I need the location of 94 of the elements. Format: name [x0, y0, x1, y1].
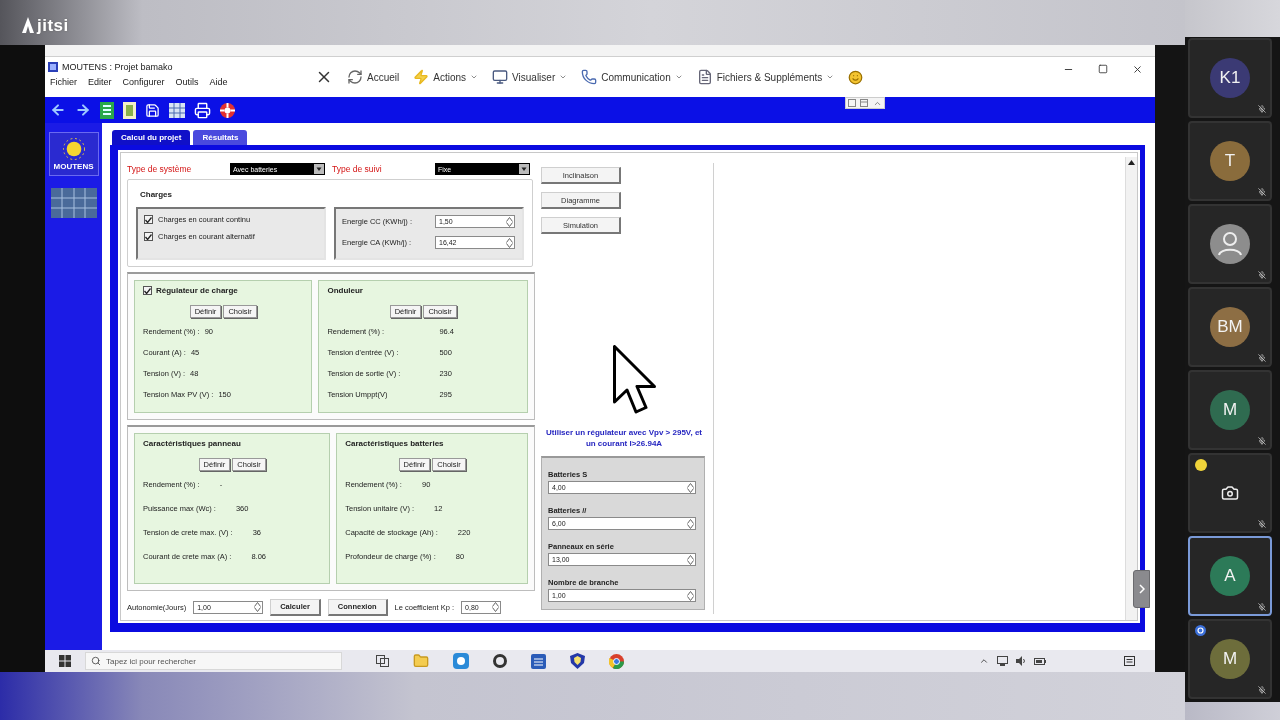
avatar: A	[1210, 556, 1250, 596]
menu-item[interactable]: Fichier	[50, 77, 77, 87]
dropdown-arrow-icon[interactable]	[314, 164, 324, 174]
avatar: T	[1210, 141, 1250, 181]
advice-text: Utiliser un régulateur avec Vpv > 295V, et un courant I>26.94A	[545, 427, 703, 449]
ring-icon[interactable]	[493, 654, 507, 668]
ribbon-menu[interactable]: Communication	[581, 69, 683, 85]
menu-item[interactable]: Editer	[88, 77, 112, 87]
ribbon-menu[interactable]: Fichiers & Suppléments	[696, 69, 835, 85]
group-title: Charges	[139, 190, 172, 199]
scroll-up-arrow-icon[interactable]	[1128, 160, 1135, 165]
document-icon	[696, 69, 713, 85]
text-document-icon[interactable]	[531, 653, 546, 669]
search-icon	[91, 656, 101, 666]
spreadsheet-icon[interactable]	[100, 101, 114, 119]
participant-tile[interactable]: A	[1188, 536, 1272, 616]
participant-tile[interactable]: M	[1188, 619, 1272, 699]
ribbon-menu[interactable]: Actions	[413, 69, 479, 85]
monitor-icon	[492, 69, 509, 85]
search-field[interactable]: Tapez ici pour rechercher	[85, 652, 342, 670]
field-label: Type de système	[127, 164, 193, 174]
participant-tile[interactable]	[1188, 453, 1272, 533]
menu-item[interactable]: Aide	[209, 77, 228, 87]
spinner-arrows-icon[interactable]	[506, 216, 513, 227]
monitor-icon[interactable]	[997, 656, 1008, 666]
spinner-arrows-icon[interactable]	[506, 237, 513, 248]
checkbox[interactable]	[144, 215, 153, 224]
avatar: BM	[1210, 307, 1250, 347]
participant-tile[interactable]: T	[1188, 121, 1272, 201]
avatar: M	[1210, 390, 1250, 430]
panel-title: Régulateur de charge	[156, 286, 238, 295]
sun-icon	[62, 137, 85, 160]
task-view-icon[interactable]	[376, 655, 389, 667]
participant-tile[interactable]: K1	[1188, 38, 1272, 118]
panel-title: Caractéristiques panneau	[143, 439, 241, 448]
app-logo: jitsi	[37, 17, 69, 35]
scrollbar[interactable]	[1125, 157, 1137, 620]
maximize-icon[interactable]	[1098, 64, 1108, 74]
spinner-arrows-icon[interactable]	[687, 590, 694, 601]
logo-caption: MOUTENS	[53, 161, 94, 171]
tab[interactable]: Calcul du projet	[112, 130, 191, 145]
battery-icon[interactable]	[1034, 657, 1046, 665]
forward-arrow-icon[interactable]	[75, 102, 91, 118]
square-icon[interactable]	[848, 99, 857, 107]
spinner-arrows-icon[interactable]	[687, 518, 694, 529]
tab[interactable]: Résultats	[193, 130, 248, 145]
menu-item[interactable]: Configurer	[122, 77, 165, 87]
lifebuoy-icon[interactable]	[220, 102, 235, 118]
ribbon-menu[interactable]: Visualiser	[492, 69, 568, 85]
chevron-icon	[1138, 584, 1145, 594]
chevron-up-icon[interactable]	[979, 656, 989, 666]
ribbon-menu[interactable]: Accueil	[347, 69, 400, 85]
dropdown-arrow-icon[interactable]	[519, 164, 529, 174]
close-icon[interactable]	[1132, 64, 1143, 75]
shield-icon[interactable]	[570, 653, 585, 669]
save-icon[interactable]	[145, 102, 160, 118]
colored-ring-icon[interactable]	[609, 653, 624, 669]
menu-item[interactable]: Outils	[175, 77, 199, 87]
camera-icon	[1221, 484, 1239, 502]
circular-arrow-icon	[347, 69, 363, 85]
app-tile-icon[interactable]	[453, 653, 469, 669]
logo-mark-icon	[22, 17, 34, 33]
participant-tile[interactable]	[1188, 204, 1272, 284]
field-label: Type de suivi	[332, 164, 383, 174]
checkmark-icon	[145, 233, 152, 240]
window-icon[interactable]	[860, 99, 869, 107]
avatar: M	[1210, 639, 1250, 679]
avatar: K1	[1210, 58, 1250, 98]
phone-icon	[581, 69, 598, 85]
window-title: MOUTENS : Projet bamako	[62, 62, 173, 72]
checkbox[interactable]	[144, 232, 153, 241]
participant-tile[interactable]: M	[1188, 370, 1272, 450]
mouse-cursor-icon	[613, 345, 657, 415]
lightning-icon	[413, 69, 430, 85]
windows-logo-icon[interactable]	[59, 655, 71, 667]
solar-panel-icon	[50, 188, 97, 218]
message-icon[interactable]	[1124, 655, 1135, 667]
checkmark-icon	[144, 287, 151, 294]
spinner-arrows-icon[interactable]	[492, 602, 500, 612]
panel-title: Caractéristiques batteries	[345, 439, 444, 448]
spinner-arrows-icon[interactable]	[687, 554, 694, 565]
spinner-arrows-icon[interactable]	[254, 602, 262, 612]
printer-icon[interactable]	[194, 101, 211, 119]
filmstrip-toggle-button[interactable]	[1133, 570, 1150, 608]
checkmark-icon	[145, 216, 152, 223]
smiley-icon[interactable]	[848, 69, 864, 85]
document-icon[interactable]	[123, 101, 136, 119]
panel-title: Onduleur	[327, 286, 363, 295]
grid-icon[interactable]	[169, 102, 185, 118]
app-icon	[48, 62, 58, 72]
participant-tile[interactable]: BM	[1188, 287, 1272, 367]
checkbox[interactable]	[143, 286, 152, 295]
spinner-arrows-icon[interactable]	[687, 482, 694, 493]
volume-icon[interactable]	[1016, 656, 1026, 666]
